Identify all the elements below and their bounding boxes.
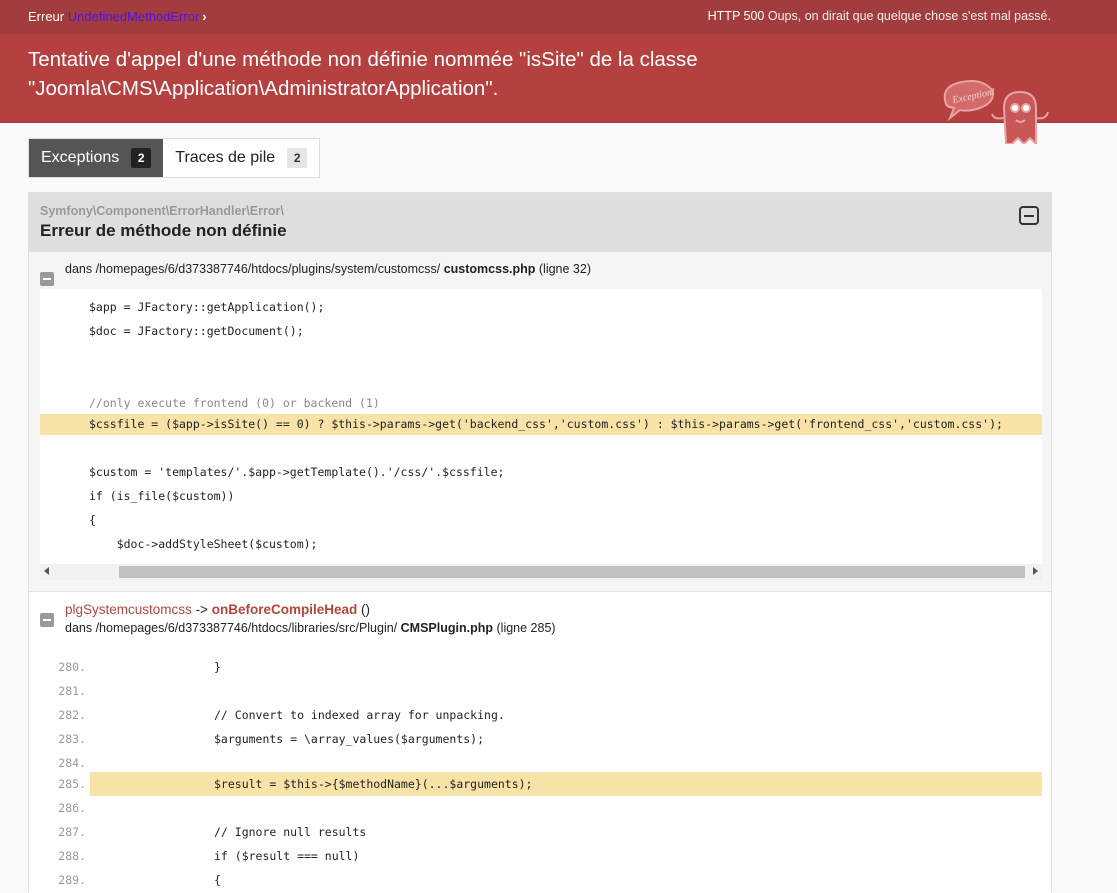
code-line: 282. // Convert to indexed array for unpa… [40,703,1042,727]
code-line: 280.} [40,655,1042,679]
trace-2-class: plgSystemcustomcss [65,602,192,617]
code-line: //only execute frontend (0) or backend (… [89,396,380,410]
http-status: HTTP 500 Oups, on dirait que quelque cho… [708,9,1051,23]
code-line: 283. $arguments = \array_values($argument… [40,727,1042,751]
tab-exceptions-label: Exceptions [41,149,120,166]
line-number: 285. [58,777,86,791]
trace-2-call: plgSystemcustomcss -> onBeforeCompileHea… [65,602,370,617]
line-code: // Ignore null results [214,825,367,839]
code-line: { [89,513,96,527]
toggle-trace-2-icon[interactable] [40,613,54,627]
collapse-exception-icon[interactable] [1019,206,1039,225]
error-breadcrumb: Erreur UndefinedMethodError › [28,9,207,24]
error-topbar: Erreur UndefinedMethodError › HTTP 500 Ou… [0,0,1117,34]
line-number: 288. [58,849,86,863]
exception-class-link[interactable]: UndefinedMethodError [68,9,200,24]
code-line: 285. $result = $this->{$methodName}(...$a… [40,772,1042,796]
trace-item-1: dans /homepages/6/d373387746/htdocs/plug… [29,252,1051,592]
code-line: $custom = 'templates/'.$app->getTemplate… [89,465,505,479]
line-code: // Convert to indexed array for unpackin… [214,708,505,722]
exception-banner: Tentative d'appel d'une méthode non défi… [0,34,1117,144]
trace-2-method: onBeforeCompileHead [211,602,358,617]
line-number: 280. [58,660,86,674]
line-code: if ($result === null) [214,849,360,863]
line-code: $arguments = \array_values($arguments); [214,732,485,746]
tab-bar: Exceptions 2 Traces de pile 2 [28,138,321,178]
trace-1-path: dans /homepages/6/d373387746/htdocs/plug… [65,262,441,276]
line-number: 282. [58,708,86,722]
exception-message: Tentative d'appel d'une méthode non défi… [28,48,698,100]
line-code: } [214,660,221,674]
code-line: $app = JFactory::getApplication(); [89,300,325,314]
trace-item-2: plgSystemcustomcss -> onBeforeCompileHea… [29,593,1051,893]
chevron-right-icon: › [202,9,207,24]
trace-2-args: () [361,602,371,617]
trace-2-filename: CMSPlugin.php [400,621,494,635]
exception-ghost-logo: Exception! [943,80,1049,144]
line-number: 287. [58,825,86,839]
code-line: 286. [40,796,1042,820]
tab-stack-traces-count: 2 [287,148,308,168]
scroll-left-icon[interactable] [44,567,49,575]
line-number: 281. [58,684,86,698]
toggle-trace-1-icon[interactable] [40,272,54,286]
exception-namespace: Symfony\Component\ErrorHandler\Error\ [40,204,284,218]
trace-2-path: dans /homepages/6/d373387746/htdocs/libr… [65,621,398,635]
status-code: HTTP 500 [707,9,765,23]
tab-stack-traces[interactable]: Traces de pile 2 [163,139,319,177]
trace-1-file: dans /homepages/6/d373387746/htdocs/plug… [65,262,591,276]
line-code: $result = $this->{$methodName}(...$argum… [90,772,1042,796]
scrollbar-thumb[interactable] [119,566,1025,578]
code-line: $cssfile = ($app->isSite() == 0) ? $this… [40,414,1042,435]
code-line: if (is_file($custom)) [89,489,235,503]
tab-exceptions[interactable]: Exceptions 2 [29,139,164,177]
exception-title: Erreur de méthode non définie [40,221,287,240]
trace-1-code: $app = JFactory::getApplication();$doc =… [40,289,1042,564]
exception-header: Symfony\Component\ErrorHandler\Error\ Er… [29,193,1051,252]
error-label: Erreur [28,9,65,24]
trace-2-line: (ligne 285) [496,621,556,635]
line-number: 283. [58,732,86,746]
line-number: 286. [58,801,86,815]
exception-panel: Symfony\Component\ErrorHandler\Error\ Er… [28,192,1052,893]
code-line: 287. // Ignore null results [40,820,1042,844]
code-line: 281. [40,679,1042,703]
code-line: 288. if ($result === null) [40,844,1042,868]
status-text: Oups, on dirait que quelque chose s'est … [767,9,1051,23]
horizontal-scrollbar[interactable] [40,564,1042,580]
trace-1-filename: customcss.php [443,262,536,276]
tab-stack-traces-label: Traces de pile [175,149,276,166]
trace-2-arrow: -> [195,602,208,617]
code-line: $doc = JFactory::getDocument(); [89,324,304,338]
line-code: { [214,873,221,887]
trace-2-file: dans /homepages/6/d373387746/htdocs/libr… [65,621,556,635]
trace-1-line: (ligne 32) [538,262,592,276]
tab-exceptions-count: 2 [131,148,152,168]
code-line: 289. { [40,868,1042,892]
code-line: $doc->addStyleSheet($custom); [89,537,318,551]
scroll-right-icon[interactable] [1033,567,1038,575]
line-number: 289. [58,873,86,887]
